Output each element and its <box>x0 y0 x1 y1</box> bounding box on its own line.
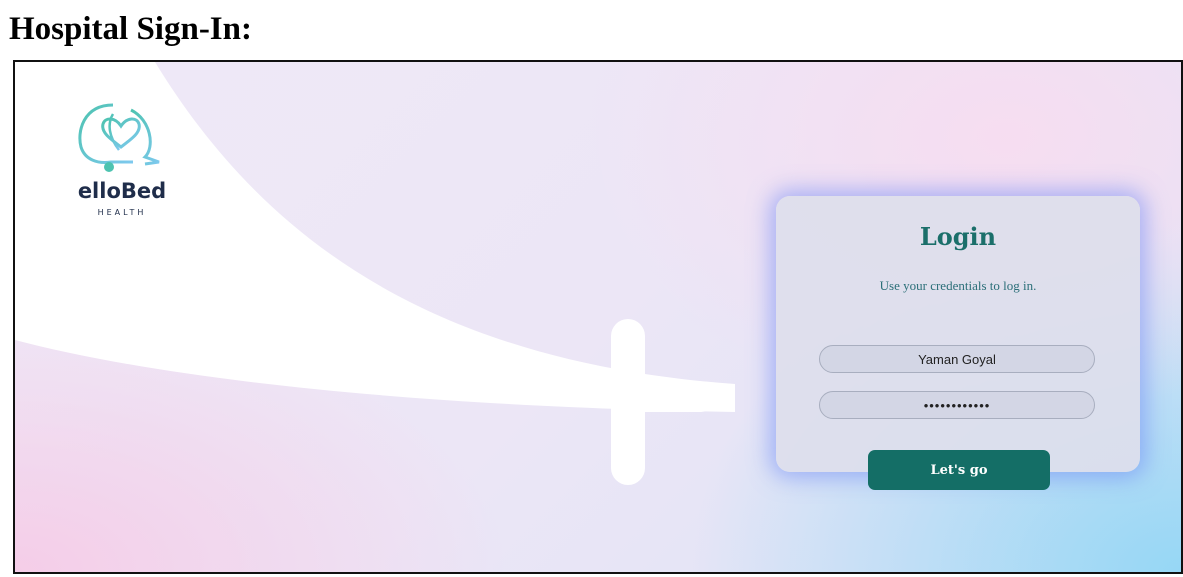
password-field[interactable] <box>819 391 1095 419</box>
brand-tagline: HEALTH <box>97 208 147 217</box>
page-title: Hospital Sign-In: <box>9 11 252 47</box>
login-title: Login <box>919 222 997 251</box>
lets-go-button[interactable]: Let's go <box>868 450 1050 490</box>
app-screen: elloBed HEALTH Login Use your credential… <box>13 60 1183 574</box>
login-subtitle: Use your credentials to log in. <box>879 278 1037 293</box>
login-card: Login Use your credentials to log in. Le… <box>776 196 1140 490</box>
username-field[interactable] <box>819 345 1095 373</box>
brand-name: elloBed <box>77 179 167 203</box>
